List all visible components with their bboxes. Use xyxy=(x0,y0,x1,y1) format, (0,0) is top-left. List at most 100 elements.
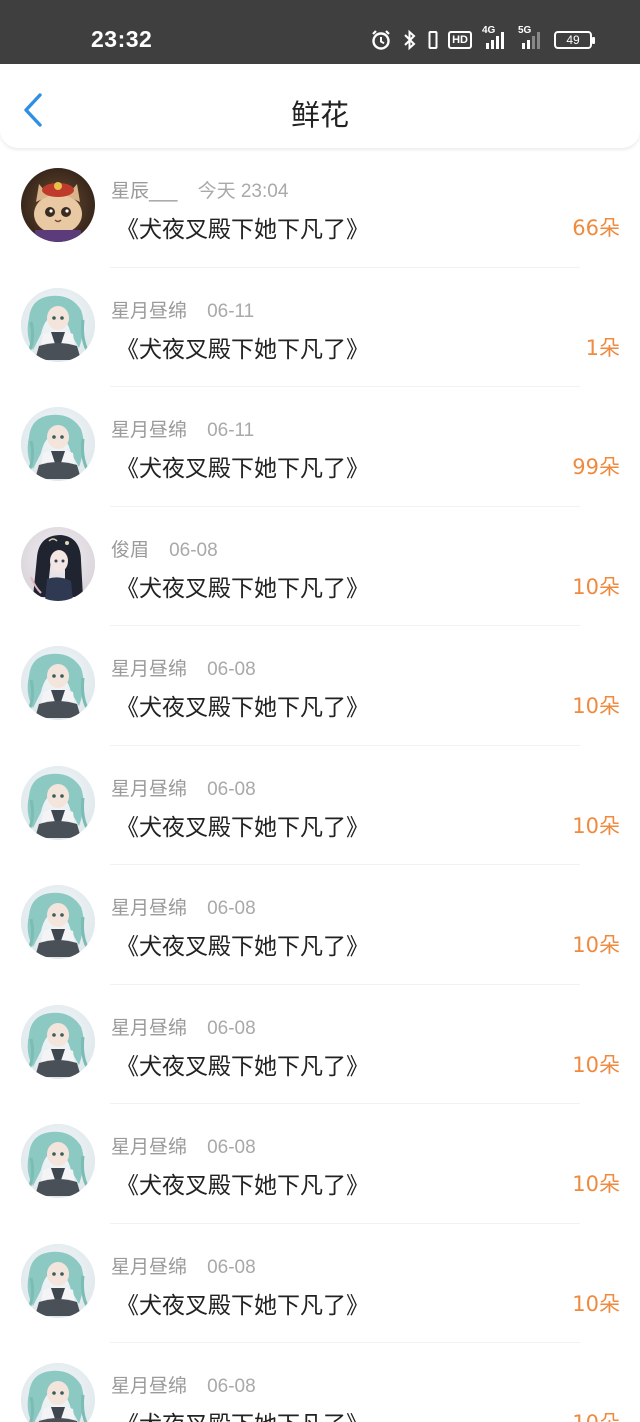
book-title: 《犬夜叉殿下她下凡了》 xyxy=(116,575,369,602)
anime-girl-avatar xyxy=(21,646,95,720)
anime-girl-avatar xyxy=(21,765,95,840)
book-title: 《犬夜叉殿下她下凡了》 xyxy=(116,1053,369,1080)
avatar[interactable] xyxy=(21,885,95,959)
book-title: 《犬夜叉殿下她下凡了》 xyxy=(116,934,369,960)
bluetooth-icon xyxy=(402,29,418,51)
avatar[interactable] xyxy=(21,646,95,720)
book-title: 《犬夜叉殿下她下凡了》 xyxy=(116,456,369,482)
item-meta: 星月昼绵 06-08 xyxy=(111,1013,256,1040)
item-meta: 星月昼绵 06-08 xyxy=(111,1371,256,1398)
avatar[interactable] xyxy=(21,1124,95,1198)
avatar[interactable] xyxy=(21,168,95,242)
flower-count: 10朵 xyxy=(572,1291,620,1316)
gift-date: 06-08 xyxy=(207,778,256,800)
flower-count: 1朵 xyxy=(585,335,620,360)
gift-date: 06-11 xyxy=(207,420,255,441)
user-name[interactable]: 星月昼绵 xyxy=(111,419,187,441)
gift-date: 06-08 xyxy=(207,1256,256,1278)
list-item[interactable]: 星月昼绵 06-11 《犬夜叉殿下她下凡了》 1朵 xyxy=(0,268,640,387)
item-meta: 星辰___ 今天 23:04 xyxy=(111,176,288,203)
gift-date: 今天 23:04 xyxy=(197,181,289,202)
gift-date: 06-08 xyxy=(207,1376,256,1397)
list-item[interactable]: 星月昼绵 06-08 《犬夜叉殿下她下凡了》 10朵 xyxy=(0,865,640,985)
list-item[interactable]: 星月昼绵 06-08 《犬夜叉殿下她下凡了》 10朵 xyxy=(0,1343,640,1422)
status-time: 23:32 xyxy=(91,26,153,52)
user-name[interactable]: 星月昼绵 xyxy=(111,778,187,800)
list-item[interactable]: 俊眉 06-08 《犬夜叉殿下她下凡了》 10朵 xyxy=(0,507,640,626)
book-title: 《犬夜叉殿下她下凡了》 xyxy=(116,217,369,243)
anime-girl-avatar xyxy=(21,1124,95,1198)
flower-count: 99朵 xyxy=(572,455,620,479)
user-name[interactable]: 星月昼绵 xyxy=(111,1256,187,1278)
avatar[interactable] xyxy=(21,1243,95,1318)
anime-girl-avatar xyxy=(21,885,95,959)
list-item[interactable]: 星月昼绵 06-11 《犬夜叉殿下她下凡了》 99朵 xyxy=(0,387,640,507)
user-name[interactable]: 星月昼绵 xyxy=(111,1375,187,1397)
item-meta: 星月昼绵 06-11 xyxy=(111,296,254,323)
avatar[interactable] xyxy=(21,1363,95,1422)
book-title: 《犬夜叉殿下她下凡了》 xyxy=(116,1173,369,1199)
status-bar: 23:32 HD 4G 5G 49 xyxy=(0,0,640,64)
gift-date: 06-08 xyxy=(207,898,256,919)
flower-count: 10朵 xyxy=(572,694,620,718)
gift-date: 06-08 xyxy=(207,1137,256,1158)
flower-gift-list: 星辰___ 今天 23:04 《犬夜叉殿下她下凡了》 66朵 星月昼绵 06-1… xyxy=(0,148,640,1422)
book-title: 《犬夜叉殿下她下凡了》 xyxy=(116,1405,369,1422)
user-name[interactable]: 星辰___ xyxy=(111,180,178,202)
status-icons: HD 4G 5G 49 xyxy=(370,25,595,52)
dark-hair-avatar xyxy=(21,526,95,601)
book-title: 《犬夜叉殿下她下凡了》 xyxy=(116,695,369,721)
avatar[interactable] xyxy=(21,407,95,481)
list-item[interactable]: 星月昼绵 06-08 《犬夜叉殿下她下凡了》 10朵 xyxy=(0,746,640,865)
flower-count: 10朵 xyxy=(572,1052,620,1077)
user-name[interactable]: 星月昼绵 xyxy=(111,300,187,322)
item-meta: 星月昼绵 06-08 xyxy=(111,1252,256,1279)
gift-date: 06-08 xyxy=(207,1017,256,1039)
gift-date: 06-08 xyxy=(169,539,218,561)
hd-icon: HD xyxy=(448,31,472,49)
list-item[interactable]: 星辰___ 今天 23:04 《犬夜叉殿下她下凡了》 66朵 xyxy=(0,148,640,268)
user-name[interactable]: 星月昼绵 xyxy=(111,1017,187,1039)
flower-count: 10朵 xyxy=(572,1172,620,1196)
avatar[interactable] xyxy=(21,1004,95,1079)
item-meta: 星月昼绵 06-08 xyxy=(111,1132,256,1159)
item-meta: 星月昼绵 06-08 xyxy=(111,654,256,681)
list-item[interactable]: 星月昼绵 06-08 《犬夜叉殿下她下凡了》 10朵 xyxy=(0,1104,640,1224)
avatar[interactable] xyxy=(21,526,95,601)
anime-girl-avatar xyxy=(21,407,95,481)
user-name[interactable]: 俊眉 xyxy=(111,539,149,561)
user-name[interactable]: 星月昼绵 xyxy=(111,658,187,680)
book-title: 《犬夜叉殿下她下凡了》 xyxy=(116,814,369,841)
flower-count: 10朵 xyxy=(572,1407,620,1422)
list-item[interactable]: 星月昼绵 06-08 《犬夜叉殿下她下凡了》 10朵 xyxy=(0,1224,640,1343)
user-name[interactable]: 星月昼绵 xyxy=(111,897,187,919)
flower-count: 10朵 xyxy=(572,933,620,957)
page-title: 鲜花 xyxy=(290,98,349,132)
item-meta: 星月昼绵 06-08 xyxy=(111,774,256,801)
list-item[interactable]: 星月昼绵 06-08 《犬夜叉殿下她下凡了》 10朵 xyxy=(0,985,640,1104)
battery-icon: 49 xyxy=(554,31,595,49)
anime-girl-avatar xyxy=(21,1363,95,1422)
item-meta: 星月昼绵 06-08 xyxy=(111,893,256,920)
user-name[interactable]: 星月昼绵 xyxy=(111,1136,187,1158)
list-item[interactable]: 星月昼绵 06-08 《犬夜叉殿下她下凡了》 10朵 xyxy=(0,626,640,746)
item-meta: 星月昼绵 06-11 xyxy=(111,415,254,442)
vibrate-icon xyxy=(428,29,438,51)
header: 鲜花 xyxy=(0,64,640,148)
avatar[interactable] xyxy=(21,765,95,840)
signal-4g-icon: 4G xyxy=(482,25,508,51)
gift-date: 06-08 xyxy=(207,659,256,680)
flower-count: 10朵 xyxy=(572,813,620,838)
flower-count: 10朵 xyxy=(572,574,620,599)
book-title: 《犬夜叉殿下她下凡了》 xyxy=(116,1292,369,1319)
avatar[interactable] xyxy=(21,287,95,362)
anime-girl-avatar xyxy=(21,287,95,362)
flower-count: 66朵 xyxy=(572,216,620,240)
signal-5g-icon: 5G xyxy=(518,25,544,51)
anime-girl-avatar xyxy=(21,1243,95,1318)
alarm-icon xyxy=(370,29,392,51)
book-title: 《犬夜叉殿下她下凡了》 xyxy=(116,336,369,363)
item-meta: 俊眉 06-08 xyxy=(111,535,218,562)
gift-date: 06-11 xyxy=(207,300,255,322)
cat-avatar xyxy=(21,168,95,242)
